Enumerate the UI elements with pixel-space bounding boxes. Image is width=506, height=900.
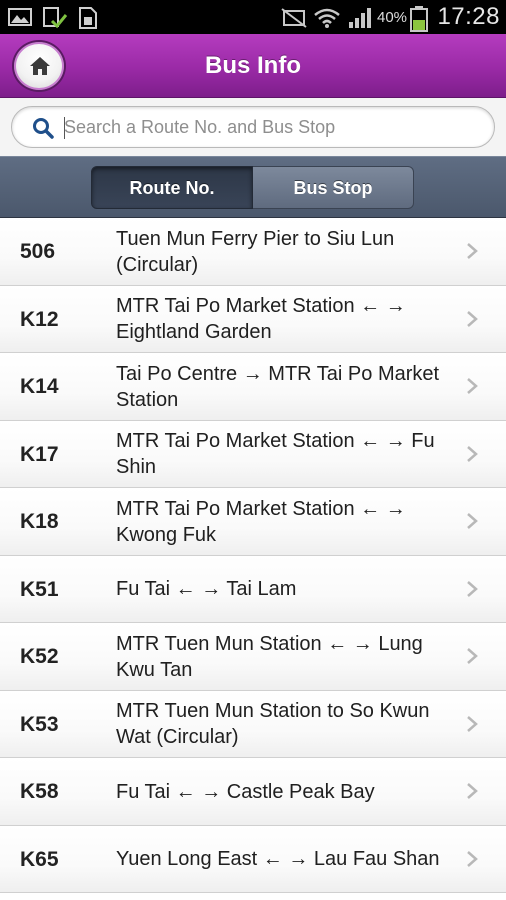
tab-bus-stop[interactable]: Bus Stop: [253, 166, 414, 209]
route-description: MTR Tai Po Market Station ← → Eightland …: [116, 295, 406, 343]
route-description: MTR Tuen Mun Station to So Kwun Wat (Cir…: [116, 700, 430, 748]
route-number: K18: [20, 510, 59, 533]
status-bar: 40% 17:28: [0, 0, 506, 34]
route-number: K51: [20, 577, 59, 601]
chevron-right-icon: [467, 850, 478, 867]
route-row[interactable]: K65 Yuen Long East ← → Lau Fau Shan: [0, 825, 506, 893]
search-box[interactable]: [11, 106, 495, 148]
route-row[interactable]: K52 MTR Tuen Mun Station ← → Lung Kwu Ta…: [0, 623, 506, 691]
route-number: K58: [20, 780, 59, 803]
route-number: K53: [20, 712, 59, 736]
signal-icon: [348, 7, 374, 34]
chevron-right-icon: [467, 648, 478, 664]
route-row[interactable]: 506 Tuen Mun Ferry Pier to Siu Lun (Circ…: [0, 218, 506, 286]
route-description: MTR Tai Po Market Station ← → Kwong Fuk: [116, 497, 406, 546]
sd-card-icon: [76, 7, 98, 34]
app-header: Bus Info: [0, 34, 506, 98]
chevron-right-icon: [467, 715, 478, 732]
search-input[interactable]: [64, 113, 484, 141]
clock: 17:28: [437, 3, 500, 30]
download-complete-icon: [42, 7, 68, 34]
chevron-right-icon: [467, 513, 478, 529]
mute-icon: [280, 7, 308, 34]
route-number: K52: [20, 645, 59, 668]
route-row[interactable]: K58 Fu Tai ← → Castle Peak Bay: [0, 758, 506, 826]
route-number: 506: [20, 240, 56, 263]
search-area: [0, 98, 506, 156]
route-description: Tuen Mun Ferry Pier to Siu Lun (Circular…: [116, 227, 395, 276]
route-row[interactable]: K53 MTR Tuen Mun Station to So Kwun Wat …: [0, 690, 506, 758]
chevron-right-icon: [467, 243, 478, 259]
chevron-right-icon: [467, 310, 478, 327]
wifi-icon: [313, 7, 341, 34]
route-description: Fu Tai ← → Tai Lam: [116, 578, 297, 600]
tab-route-no[interactable]: Route No.: [91, 166, 253, 209]
route-row[interactable]: K51 Fu Tai ← → Tai Lam: [0, 555, 506, 623]
route-number: K12: [20, 307, 59, 331]
route-number: K65: [20, 847, 59, 871]
route-row[interactable]: K17 MTR Tai Po Market Station ← → Fu Shi…: [0, 420, 506, 488]
route-number: K14: [20, 375, 59, 398]
route-description: MTR Tuen Mun Station ← → Lung Kwu Tan: [116, 632, 423, 681]
route-number: K17: [20, 442, 59, 466]
route-list: 506 Tuen Mun Ferry Pier to Siu Lun (Circ…: [0, 218, 506, 893]
page-title: Bus Info: [205, 52, 301, 79]
route-description: Yuen Long East ← → Lau Fau Shan: [116, 848, 440, 870]
chevron-right-icon: [467, 378, 478, 394]
battery-icon: [409, 6, 429, 37]
route-description: MTR Tai Po Market Station ← → Fu Shin: [116, 430, 435, 478]
gallery-notification-icon: [8, 7, 32, 32]
search-type-toggle: Route No. Bus Stop: [0, 156, 506, 218]
chevron-right-icon: [467, 445, 478, 462]
chevron-right-icon: [467, 783, 478, 799]
chevron-right-icon: [467, 580, 478, 597]
route-row[interactable]: K18 MTR Tai Po Market Station ← → Kwong …: [0, 488, 506, 556]
search-icon: [33, 118, 54, 139]
route-row[interactable]: K14 Tai Po Centre → MTR Tai Po Market St…: [0, 353, 506, 421]
battery-percent: 40%: [377, 9, 408, 26]
route-row[interactable]: K12 MTR Tai Po Market Station ← → Eightl…: [0, 285, 506, 353]
route-description: Tai Po Centre → MTR Tai Po Market Statio…: [116, 362, 440, 411]
route-description: Fu Tai ← → Castle Peak Bay: [116, 780, 375, 803]
